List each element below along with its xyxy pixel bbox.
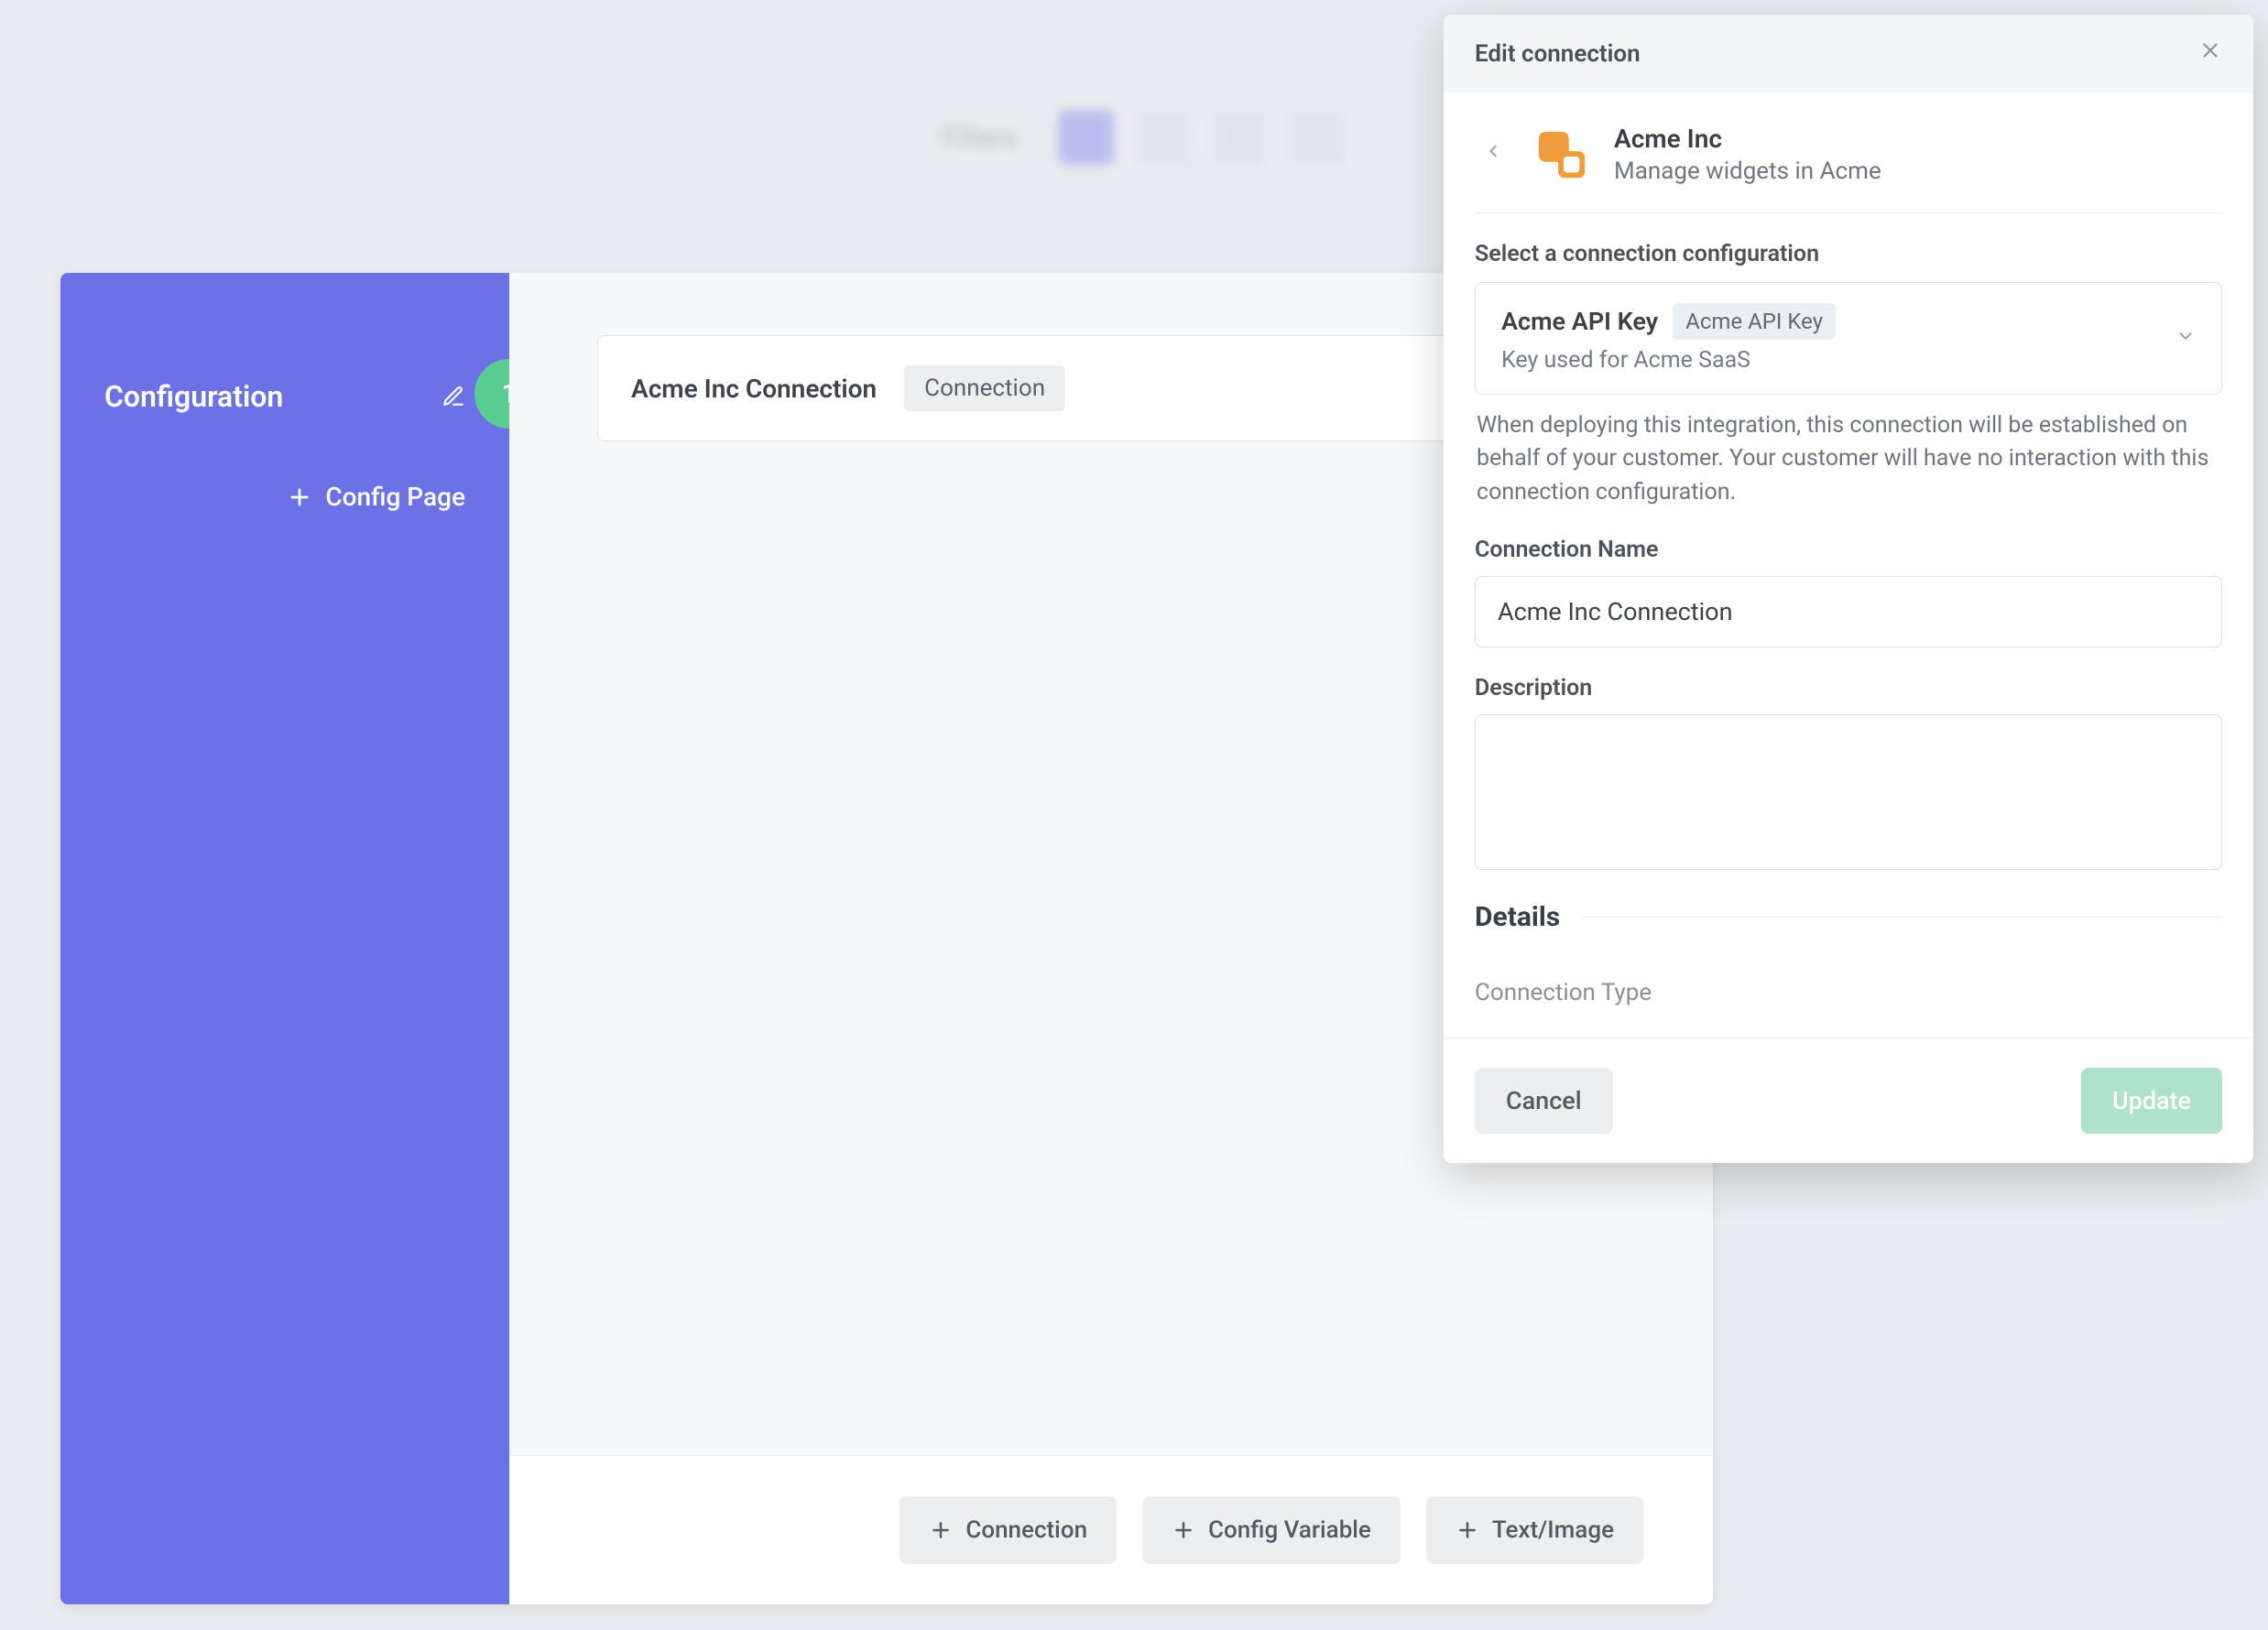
- toolbar-stub-text: Filters: [924, 114, 1037, 161]
- canvas-bottom-actions: Connection Config Variable Text/Image: [509, 1455, 1713, 1604]
- edit-icon[interactable]: [442, 385, 465, 408]
- background-toolbar: Filters: [924, 110, 1345, 165]
- add-connection-button[interactable]: Connection: [900, 1496, 1117, 1564]
- config-option-tag: Acme API Key: [1673, 303, 1836, 340]
- connection-item-name: Acme Inc Connection: [631, 374, 877, 404]
- panel-footer: Cancel Update: [1444, 1038, 2253, 1163]
- config-help-text: When deploying this integration, this co…: [1477, 409, 2220, 509]
- add-config-variable-button[interactable]: Config Variable: [1142, 1496, 1401, 1564]
- plus-icon: [1172, 1518, 1195, 1542]
- select-config-label: Select a connection configuration: [1475, 241, 2222, 267]
- config-sidebar: Configuration 1 Config Page: [60, 273, 509, 1604]
- toolbar-stub-button: [1289, 110, 1344, 165]
- config-option-subtitle: Key used for Acme SaaS: [1501, 347, 1836, 374]
- connection-name-label: Connection Name: [1475, 537, 2222, 563]
- edit-connection-panel: Edit connection Acme Inc: [1444, 15, 2253, 1163]
- connection-type-label: Connection Type: [1475, 979, 2222, 1006]
- plus-icon: [929, 1518, 953, 1542]
- config-select[interactable]: Acme API Key Acme API Key Key used for A…: [1475, 282, 2222, 395]
- description-input[interactable]: [1475, 714, 2222, 870]
- close-button[interactable]: [2198, 38, 2222, 69]
- toolbar-stub-button: [1058, 110, 1113, 165]
- button-label: Text/Image: [1492, 1516, 1614, 1544]
- add-config-page-label: Config Page: [325, 482, 465, 512]
- update-button[interactable]: Update: [2081, 1068, 2222, 1134]
- sidebar-title: Configuration: [104, 379, 283, 414]
- details-heading: Details: [1475, 901, 1560, 933]
- divider: [1582, 917, 2222, 918]
- add-config-page-button[interactable]: Config Page: [104, 482, 465, 512]
- button-label: Connection: [965, 1516, 1087, 1544]
- chevron-left-icon: [1484, 140, 1502, 162]
- org-header: Acme Inc Manage widgets in Acme: [1475, 124, 2222, 212]
- plus-icon: [287, 484, 312, 510]
- cancel-button[interactable]: Cancel: [1475, 1068, 1613, 1134]
- config-option-title: Acme API Key: [1501, 307, 1658, 336]
- org-logo-icon: [1533, 126, 1590, 183]
- button-label: Config Variable: [1208, 1516, 1371, 1544]
- org-subtitle: Manage widgets in Acme: [1614, 158, 1881, 185]
- chevron-down-icon: [2175, 326, 2196, 352]
- toolbar-stub-button: [1212, 110, 1267, 165]
- org-name: Acme Inc: [1614, 124, 1881, 154]
- connection-item-type-chip: Connection: [904, 365, 1065, 411]
- toolbar-stub-button: [1135, 110, 1190, 165]
- close-icon: [2198, 38, 2222, 62]
- panel-title: Edit connection: [1475, 40, 1641, 68]
- back-button[interactable]: [1484, 140, 1510, 168]
- connection-name-input[interactable]: [1475, 576, 2222, 647]
- description-label: Description: [1475, 675, 2222, 701]
- panel-header: Edit connection: [1444, 15, 2253, 92]
- plus-icon: [1456, 1518, 1479, 1542]
- divider: [1475, 212, 2222, 213]
- add-text-image-button[interactable]: Text/Image: [1426, 1496, 1643, 1564]
